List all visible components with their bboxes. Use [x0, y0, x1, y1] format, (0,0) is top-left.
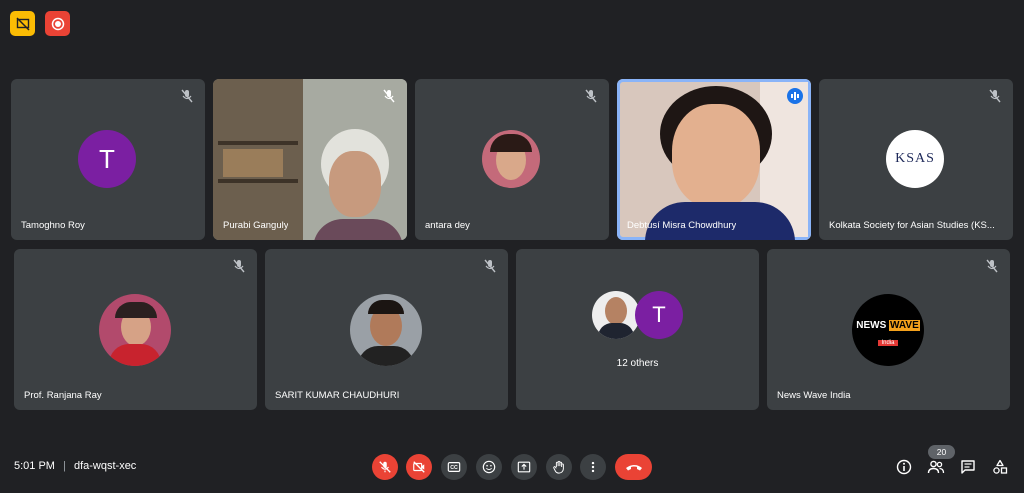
- captions-button[interactable]: CC: [441, 454, 467, 480]
- participant-name: Prof. Ranjana Ray: [24, 390, 102, 401]
- activities-button[interactable]: [990, 457, 1010, 477]
- raise-hand-button[interactable]: [546, 454, 572, 480]
- participant-name: Kolkata Society for Asian Studies (KS...: [829, 220, 995, 231]
- participant-tile[interactable]: Purabi Ganguly: [213, 79, 407, 240]
- audio-wave-icon: [791, 92, 799, 100]
- participant-tile[interactable]: T Tamoghno Roy: [11, 79, 205, 240]
- chat-icon: [961, 460, 975, 474]
- mic-off-icon: [986, 259, 998, 273]
- camera-off-icon: [413, 461, 425, 473]
- chat-button[interactable]: [958, 457, 978, 477]
- microphone-toggle-button[interactable]: [372, 454, 398, 480]
- avatar: T: [78, 130, 136, 188]
- mic-off-icon: [233, 259, 245, 273]
- more-options-button[interactable]: [580, 454, 606, 480]
- captions-icon: CC: [447, 462, 461, 472]
- participant-tile[interactable]: SARIT KUMAR CHAUDHURI: [265, 249, 508, 410]
- meeting-info: 5:01 PM | dfa-wqst-xec: [14, 460, 136, 472]
- svg-text:CC: CC: [450, 465, 458, 471]
- participant-tile[interactable]: KSAS Kolkata Society for Asian Studies (…: [819, 79, 1013, 240]
- participant-name: Purabi Ganguly: [223, 220, 289, 231]
- activities-icon: [993, 459, 1008, 474]
- participant-tile[interactable]: antara dey: [415, 79, 609, 240]
- logo-text: India: [878, 340, 898, 346]
- record-icon: [51, 17, 64, 30]
- avatar: [482, 130, 540, 188]
- video-feed: [620, 82, 808, 240]
- info-icon: [896, 459, 912, 475]
- mic-off-icon: [383, 89, 395, 103]
- meeting-code: dfa-wqst-xec: [73, 460, 137, 472]
- participant-name: News Wave India: [777, 390, 851, 401]
- organization-logo: KSAS: [886, 130, 944, 188]
- logo-text: NEWS: [856, 320, 887, 331]
- end-call-icon: [625, 465, 642, 471]
- participant-name: antara dey: [425, 220, 470, 231]
- avatar: [592, 291, 640, 339]
- participant-tile[interactable]: NEWS WAVE India News Wave India: [767, 249, 1010, 410]
- video-feed: [213, 79, 407, 240]
- participant-name: SARIT KUMAR CHAUDHURI: [275, 390, 400, 401]
- mic-off-icon: [989, 89, 1001, 103]
- more-vert-icon: [591, 461, 595, 473]
- avatar: [99, 294, 171, 366]
- mic-off-icon: [181, 89, 193, 103]
- participant-name: Tamoghno Roy: [21, 220, 85, 231]
- people-button[interactable]: [926, 457, 946, 477]
- recording-button[interactable]: [45, 11, 70, 36]
- camera-toggle-button[interactable]: [406, 454, 432, 480]
- leave-call-button[interactable]: [615, 454, 652, 480]
- present-icon: [517, 461, 531, 473]
- meeting-time: 5:01 PM: [14, 460, 55, 472]
- logo-text: WAVE: [889, 320, 920, 331]
- presentation-off-button[interactable]: [10, 11, 35, 36]
- others-tile[interactable]: T 12 others: [516, 249, 759, 410]
- participant-count-badge: 20: [928, 445, 955, 459]
- meeting-separator: |: [63, 460, 66, 472]
- speaking-indicator: [787, 88, 803, 104]
- mic-off-icon: [379, 461, 391, 473]
- avatar: [350, 294, 422, 366]
- participant-tile[interactable]: Prof. Ranjana Ray: [14, 249, 257, 410]
- organization-logo: NEWS WAVE India: [852, 294, 924, 366]
- mic-off-icon: [585, 89, 597, 103]
- people-icon: [927, 460, 945, 474]
- hand-icon: [553, 460, 564, 474]
- others-count-label: 12 others: [616, 358, 659, 369]
- mic-off-icon: [484, 259, 496, 273]
- reactions-button[interactable]: [476, 454, 502, 480]
- participant-name: Debtusí Misra Chowdhury: [627, 220, 737, 231]
- participant-tile-active-speaker[interactable]: Debtusí Misra Chowdhury: [617, 79, 811, 240]
- present-off-icon: [15, 16, 30, 31]
- avatar: T: [635, 291, 683, 339]
- logo-text: KSAS: [895, 151, 935, 166]
- emoji-icon: [482, 460, 496, 474]
- present-screen-button[interactable]: [511, 454, 537, 480]
- meeting-details-button[interactable]: [894, 457, 914, 477]
